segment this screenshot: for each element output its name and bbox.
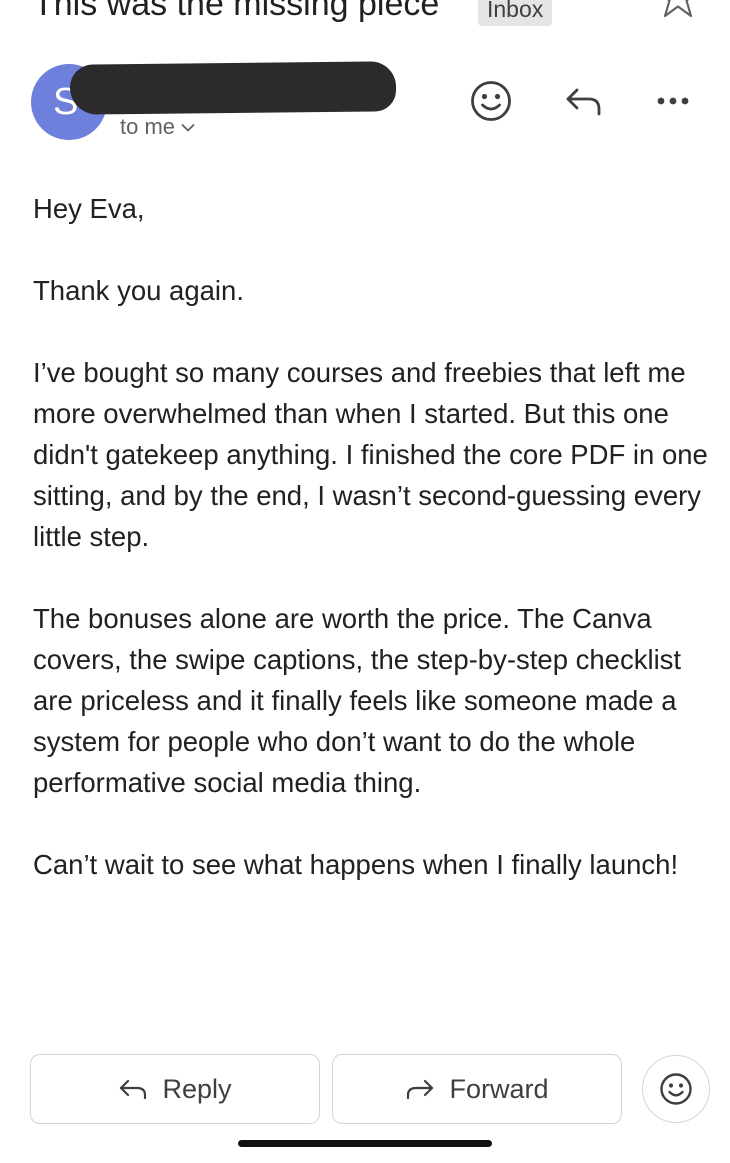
inbox-label-badge[interactable]: Inbox: [478, 0, 553, 26]
reply-footer-button[interactable]: Reply: [30, 1054, 320, 1124]
home-indicator[interactable]: [238, 1140, 492, 1147]
smiley-icon: [471, 81, 511, 121]
body-paragraph: Can’t wait to see what happens when I fi…: [33, 849, 679, 880]
recipient-text: to me: [120, 114, 176, 139]
more-horizontal-icon: [657, 97, 689, 105]
email-subject: This was the missing piece: [33, 0, 440, 23]
smiley-icon: [660, 1073, 692, 1105]
redacted-sender-name: [69, 61, 397, 115]
reply-arrow-icon: [566, 88, 601, 116]
star-icon[interactable]: [656, 0, 700, 26]
reply-button[interactable]: [560, 78, 606, 124]
forward-footer-button[interactable]: Forward: [332, 1054, 622, 1124]
recipient-details-toggle[interactable]: to me: [120, 114, 195, 140]
email-body: Hey Eva, Thank you again. I’ve bought so…: [33, 188, 713, 926]
body-paragraph: I’ve bought so many courses and freebies…: [33, 357, 708, 552]
emoji-react-footer-button[interactable]: [642, 1055, 710, 1123]
body-paragraph: Hey Eva,: [33, 193, 145, 224]
forward-label: Forward: [449, 1073, 549, 1104]
body-paragraph: The bonuses alone are worth the price. T…: [33, 603, 682, 798]
more-options-button[interactable]: [650, 78, 696, 124]
email-view: This was the missing piece Inbox S to me: [0, 0, 730, 1163]
forward-arrow-icon: [407, 1079, 434, 1100]
chevron-down-icon: [181, 124, 195, 132]
reply-label: Reply: [162, 1073, 232, 1104]
body-paragraph: Thank you again.: [33, 275, 244, 306]
reply-arrow-icon: [120, 1079, 147, 1100]
emoji-react-button[interactable]: [468, 78, 514, 124]
